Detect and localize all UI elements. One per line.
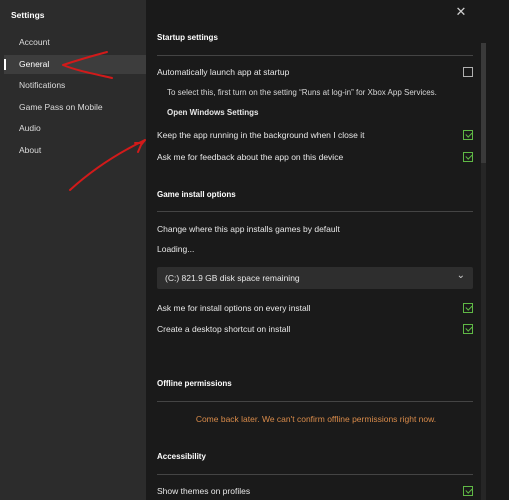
install-drive-value: (C:) 821.9 GB disk space remaining [165, 273, 300, 283]
accessibility-heading: Accessibility [157, 452, 206, 461]
game-install-heading: Game install options [157, 190, 236, 199]
sidebar-item-account[interactable]: Account [4, 33, 146, 52]
sidebar-item-game-pass-on-mobile[interactable]: Game Pass on Mobile [4, 98, 146, 117]
feedback-label: Ask me for feedback about the app on thi… [157, 152, 344, 162]
offline-permissions-heading: Offline permissions [157, 379, 232, 388]
loading-text: Loading... [157, 244, 195, 254]
chevron-down-icon: ⌄ [456, 270, 465, 281]
sidebar-item-audio[interactable]: Audio [4, 119, 146, 138]
sidebar-nav: Account General Notifications Game Pass … [4, 33, 146, 162]
auto-launch-checkbox[interactable] [463, 67, 473, 77]
sidebar-item-notifications[interactable]: Notifications [4, 76, 146, 95]
section-divider [157, 401, 473, 402]
sidebar-item-general[interactable]: General [4, 54, 146, 74]
auto-launch-label: Automatically launch app at startup [157, 67, 290, 77]
offline-permissions-warning: Come back later. We can't confirm offlin… [195, 414, 437, 424]
close-button[interactable]: ✕ [451, 2, 471, 22]
section-divider [157, 211, 473, 212]
settings-content: ✕ Startup settings Automatically launch … [146, 0, 509, 500]
show-themes-label: Show themes on profiles [157, 486, 251, 496]
ask-install-options-checkbox[interactable] [463, 303, 473, 313]
settings-sidebar: Settings Account General Notifications G… [0, 0, 146, 500]
settings-title: Settings [11, 10, 45, 20]
keep-running-checkbox[interactable] [463, 130, 473, 140]
feedback-checkbox[interactable] [463, 152, 473, 162]
ask-install-options-label: Ask me for install options on every inst… [157, 303, 311, 313]
change-install-location-label: Change where this app installs games by … [157, 224, 340, 234]
close-icon: ✕ [455, 4, 467, 19]
desktop-shortcut-checkbox[interactable] [463, 324, 473, 334]
sidebar-item-about[interactable]: About [4, 141, 146, 160]
install-drive-dropdown[interactable]: (C:) 821.9 GB disk space remaining ⌄ [157, 267, 473, 289]
desktop-shortcut-label: Create a desktop shortcut on install [157, 324, 291, 334]
startup-settings-heading: Startup settings [157, 33, 218, 42]
keep-running-label: Keep the app running in the background w… [157, 130, 365, 140]
section-divider [157, 474, 473, 475]
show-themes-checkbox[interactable] [463, 486, 473, 496]
runs-at-login-note: To select this, first turn on the settin… [167, 88, 437, 97]
scrollbar-thumb[interactable] [481, 43, 486, 163]
section-divider [157, 55, 473, 56]
open-windows-settings-link[interactable]: Open Windows Settings [167, 108, 258, 117]
